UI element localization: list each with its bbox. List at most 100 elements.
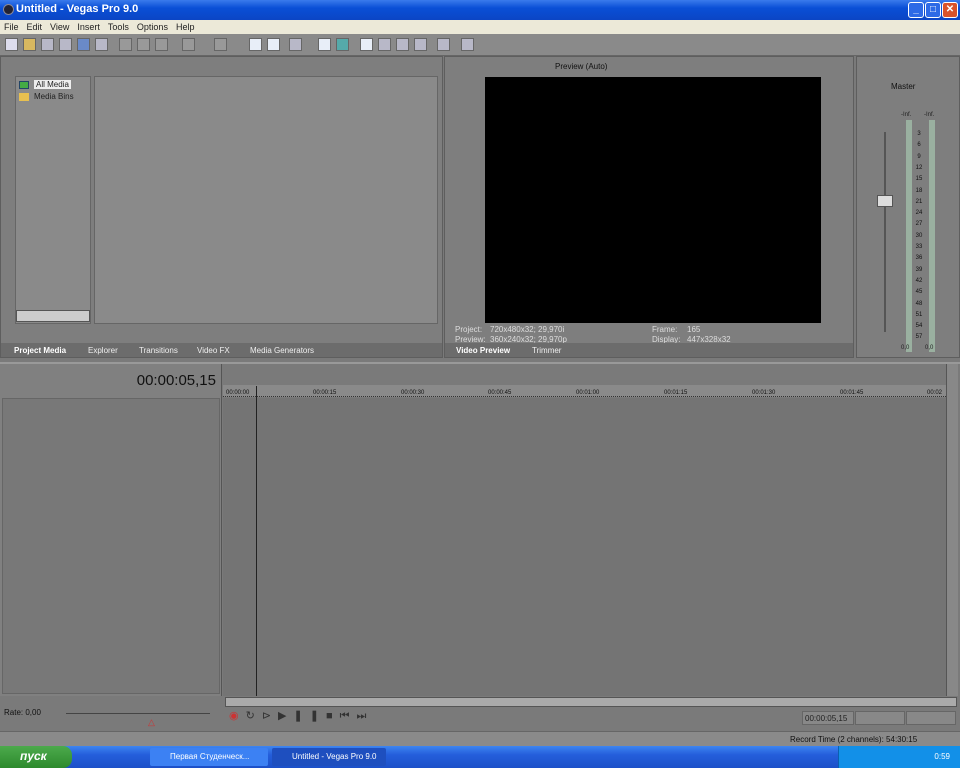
taskbar xyxy=(0,746,960,768)
ruler-label: 00:01:30 xyxy=(752,390,776,396)
auto-crossfade-icon[interactable] xyxy=(267,38,280,51)
master-value-left: 0,0 xyxy=(901,345,910,351)
zoom-tool-icon[interactable] xyxy=(414,38,427,51)
ignore-grouping-icon[interactable] xyxy=(336,38,349,51)
tree-item-media-bins[interactable]: Media Bins xyxy=(34,92,74,101)
menu-tools[interactable]: Tools xyxy=(104,20,133,32)
preview-quality-dropdown[interactable]: Preview (Auto) xyxy=(555,62,607,71)
meter-right xyxy=(929,120,935,352)
new-icon[interactable] xyxy=(5,38,18,51)
save-as-icon[interactable] xyxy=(59,38,72,51)
pause-button[interactable]: ❚❚ xyxy=(294,710,326,722)
peak-left: -Inf. xyxy=(901,112,912,118)
master-value-right: 0,0 xyxy=(925,345,934,351)
ruler-label: 00:00:45 xyxy=(488,390,512,396)
menu-bar: File Edit View Insert Tools Options Help xyxy=(0,20,960,34)
tab-project-media[interactable]: Project Media xyxy=(9,344,71,357)
video-canvas xyxy=(485,77,821,323)
tab-trimmer[interactable]: Trimmer xyxy=(527,344,566,357)
render-icon[interactable] xyxy=(77,38,90,51)
menu-file[interactable]: File xyxy=(0,20,23,32)
ripple-edit-icon[interactable] xyxy=(289,38,302,51)
meter-scale-label: 48 xyxy=(915,300,923,307)
selection-length-field[interactable] xyxy=(906,711,956,725)
video-preview-panel: Preview (Auto) Project: 720x480x32; 29,9… xyxy=(444,56,854,358)
clock: 0:59 xyxy=(934,752,950,761)
tab-media-generators[interactable]: Media Generators xyxy=(245,344,319,357)
ruler-label: 00:01:15 xyxy=(664,390,688,396)
rate-slider-thumb-icon[interactable]: △ xyxy=(148,717,155,728)
tree-item-all-media[interactable]: All Media xyxy=(34,80,71,89)
ruler-label: 00:00:00 xyxy=(226,390,250,396)
horizontal-scrollbar[interactable] xyxy=(16,310,90,322)
meter-scale-label: 27 xyxy=(915,221,923,228)
start-button[interactable]: пуск xyxy=(0,746,72,768)
master-title: Master xyxy=(891,82,916,91)
copy-icon[interactable] xyxy=(137,38,150,51)
playhead-cursor[interactable] xyxy=(256,386,257,696)
menu-view[interactable]: View xyxy=(46,20,73,32)
cut-icon[interactable] xyxy=(119,38,132,51)
selection-tool-icon[interactable] xyxy=(396,38,409,51)
play-from-start-button[interactable]: ⊳ xyxy=(262,710,278,722)
menu-help[interactable]: Help xyxy=(172,20,199,32)
rate-slider[interactable] xyxy=(66,713,210,714)
menu-edit[interactable]: Edit xyxy=(23,20,47,32)
meter-scale-label: 36 xyxy=(915,255,923,262)
meter-scale-label: 57 xyxy=(915,334,923,341)
rate-label: Rate: 0,00 xyxy=(4,708,41,717)
go-to-end-button[interactable]: ⏭ xyxy=(357,710,374,722)
close-button[interactable]: ✕ xyxy=(942,2,958,18)
properties-icon[interactable] xyxy=(95,38,108,51)
meter-scale-label: 15 xyxy=(915,176,923,183)
envelope-tool-icon[interactable] xyxy=(378,38,391,51)
tab-video-fx[interactable]: Video FX xyxy=(192,344,235,357)
left-tab-strip: Project Media Explorer Transitions Video… xyxy=(1,343,442,357)
meter-scale-label: 51 xyxy=(915,311,923,318)
save-icon[interactable] xyxy=(41,38,54,51)
loop-button[interactable]: ↻ xyxy=(246,710,262,722)
dropper-icon[interactable] xyxy=(437,38,450,51)
taskbar-item-browser[interactable]: Первая Студенческ... xyxy=(150,748,268,766)
cursor-position-field[interactable]: 00:00:05,15 xyxy=(802,711,854,725)
meter-scale-label: 42 xyxy=(915,277,923,284)
menu-options[interactable]: Options xyxy=(133,20,172,32)
transport-bar: ◉↻⊳▶❚❚■⏮⏭ xyxy=(225,709,785,727)
tab-video-preview[interactable]: Video Preview xyxy=(451,344,515,357)
record-button[interactable]: ◉ xyxy=(229,710,246,722)
tab-explorer[interactable]: Explorer xyxy=(83,344,123,357)
meter-scale-label: 54 xyxy=(915,323,923,330)
status-bar: Record Time (2 channels): 54:30:15 xyxy=(0,731,960,746)
tab-transitions[interactable]: Transitions xyxy=(134,344,183,357)
title-bar: Untitled - Vegas Pro 9.0 _ □ ✕ xyxy=(0,0,960,20)
help-icon[interactable] xyxy=(461,38,474,51)
track-area[interactable] xyxy=(223,398,946,696)
normal-edit-tool-icon[interactable] xyxy=(360,38,373,51)
preview-tab-strip: Video Preview Trimmer xyxy=(445,343,853,357)
redo-icon[interactable] xyxy=(214,38,227,51)
meter-left xyxy=(906,120,912,352)
frame-label: Frame: xyxy=(652,325,678,334)
timecode-display: 00:00:05,15 xyxy=(136,372,216,389)
meter-scale-label: 12 xyxy=(915,164,923,171)
menu-insert[interactable]: Insert xyxy=(73,20,104,32)
play-button[interactable]: ▶ xyxy=(278,710,293,722)
undo-icon[interactable] xyxy=(182,38,195,51)
stop-button[interactable]: ■ xyxy=(326,710,340,722)
selection-start-field[interactable] xyxy=(855,711,905,725)
folder-icon xyxy=(19,93,29,101)
go-to-start-button[interactable]: ⏮ xyxy=(340,710,357,722)
horizontal-scrollbar[interactable] xyxy=(225,697,957,707)
master-fader[interactable] xyxy=(877,195,893,207)
minimize-button[interactable]: _ xyxy=(908,2,924,18)
paste-icon[interactable] xyxy=(155,38,168,51)
frame-value: 165 xyxy=(687,325,701,334)
taskbar-item-vegas[interactable]: Untitled - Vegas Pro 9.0 xyxy=(272,748,386,766)
meter-scale-label: 6 xyxy=(917,142,921,149)
lock-envelopes-icon[interactable] xyxy=(318,38,331,51)
vertical-scrollbar[interactable] xyxy=(946,364,958,696)
maximize-button[interactable]: □ xyxy=(925,2,941,18)
main-toolbar xyxy=(0,34,960,56)
open-icon[interactable] xyxy=(23,38,36,51)
snapping-icon[interactable] xyxy=(249,38,262,51)
